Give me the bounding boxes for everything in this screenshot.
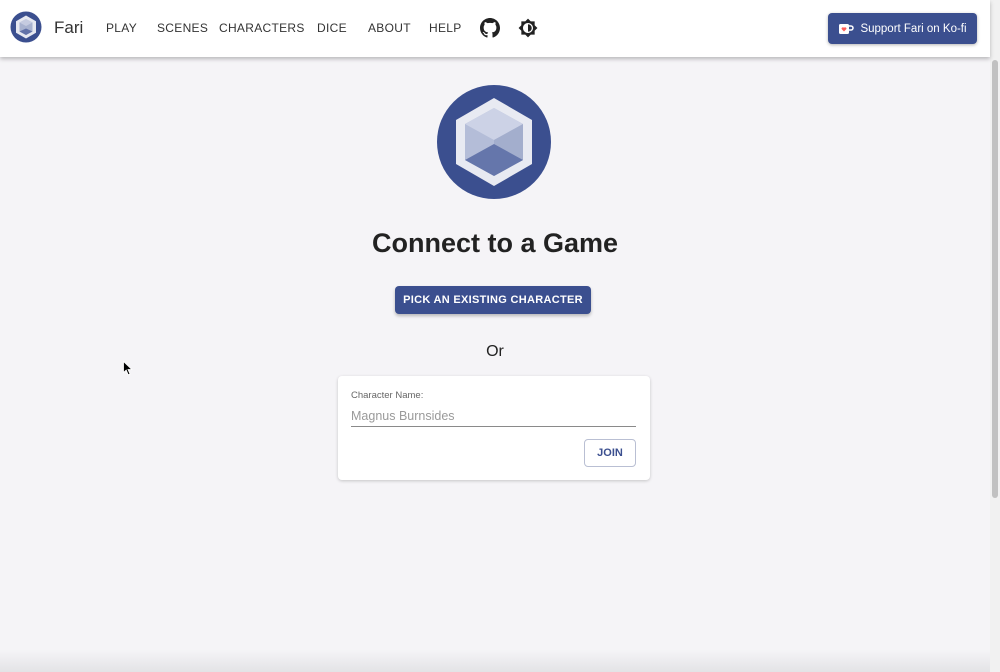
nav-about[interactable]: ABOUT	[368, 21, 411, 35]
bottom-fade	[0, 650, 990, 672]
join-button[interactable]: JOIN	[584, 439, 636, 467]
nav-dice[interactable]: DICE	[317, 21, 347, 35]
nav-characters[interactable]: CHARACTERS	[219, 21, 305, 35]
app-bar: Fari PLAY SCENES CHARACTERS DICE ABOUT H…	[0, 0, 990, 57]
pick-existing-character-button[interactable]: PICK AN EXISTING CHARACTER	[395, 286, 591, 314]
theme-toggle-icon[interactable]	[518, 18, 538, 38]
kofi-cup-icon	[839, 23, 855, 34]
support-kofi-label: Support Fari on Ko-fi	[860, 22, 967, 35]
scrollbar-thumb[interactable]	[992, 60, 998, 498]
character-name-input[interactable]	[351, 406, 636, 427]
github-icon[interactable]	[480, 18, 500, 38]
brand-name[interactable]: Fari	[54, 18, 83, 38]
nav-play[interactable]: PLAY	[106, 21, 137, 35]
fari-logo-icon[interactable]	[10, 11, 42, 43]
support-kofi-button[interactable]: Support Fari on Ko-fi	[828, 13, 977, 44]
or-divider-text: Or	[486, 343, 504, 360]
page-title: Connect to a Game	[371, 228, 619, 258]
join-form-card: Character Name: JOIN	[338, 376, 650, 480]
nav-help[interactable]: HELP	[429, 21, 462, 35]
nav-scenes[interactable]: SCENES	[157, 21, 208, 35]
fari-hero-logo-icon	[437, 85, 551, 199]
character-name-label: Character Name:	[351, 390, 424, 401]
mouse-cursor-icon	[123, 361, 133, 376]
